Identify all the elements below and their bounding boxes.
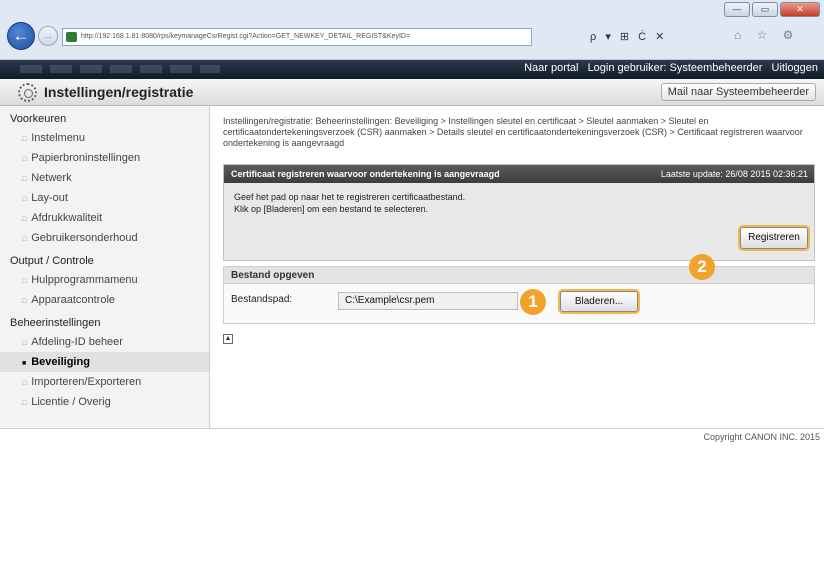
site-icon bbox=[66, 32, 77, 42]
browser-toolbar: — ▭ ✕ ← → http://192.168.1.81:8080/rps/k… bbox=[0, 0, 824, 60]
blurred-device-info bbox=[20, 65, 220, 73]
browser-window: — ▭ ✕ ← → http://192.168.1.81:8080/rps/k… bbox=[0, 0, 824, 563]
copyright-text: Copyright CANON INC. 2015 bbox=[703, 432, 820, 442]
browse-button[interactable]: Bladeren... bbox=[560, 291, 638, 312]
back-to-top-icon[interactable]: ▲ bbox=[223, 334, 233, 344]
sidebar-item-importeren-exporteren[interactable]: □ Importeren/Exporteren bbox=[0, 372, 209, 392]
top-nav-links: Naar portal Login gebruiker: Systeembehe… bbox=[518, 62, 818, 74]
panel-header: Certificaat registreren waarvoor onderte… bbox=[224, 165, 814, 183]
sidebar-item-label: Instelmenu bbox=[31, 132, 86, 144]
window-controls: — ▭ ✕ bbox=[724, 2, 820, 17]
top-navigation-bar: Naar portal Login gebruiker: Systeembehe… bbox=[0, 60, 824, 79]
bullet-icon: □ bbox=[22, 298, 27, 305]
bullet-icon: □ bbox=[22, 340, 27, 347]
sidebar-item-netwerk[interactable]: □ Netwerk bbox=[0, 168, 209, 188]
portal-link[interactable]: Naar portal bbox=[524, 62, 578, 74]
sidebar-group-output-controle: Output / Controle bbox=[10, 255, 94, 267]
sidebar-item-label: Apparaatcontrole bbox=[31, 294, 116, 306]
sidebar-group-voorkeuren: Voorkeuren bbox=[10, 113, 67, 125]
sidebar-item-label: Netwerk bbox=[31, 172, 72, 184]
page-header: Instellingen/registratie Mail naar Syste… bbox=[0, 79, 824, 106]
close-window-button[interactable]: ✕ bbox=[780, 2, 820, 17]
sidebar-item-label: Lay-out bbox=[31, 192, 68, 204]
sidebar-item-label: Afdeling-ID beheer bbox=[31, 336, 123, 348]
login-user-text: Login gebruiker: Systeembeheerder bbox=[587, 62, 763, 74]
address-tools[interactable]: ρ ▾ ⊞ Ċ ✕ bbox=[590, 28, 716, 46]
instruction-line: Klik op [Bladeren] om een bestand te sel… bbox=[234, 204, 429, 214]
sidebar-item-label: Licentie / Overig bbox=[31, 396, 111, 408]
sidebar-item-label: Hulpprogrammamenu bbox=[31, 274, 138, 286]
bullet-icon: □ bbox=[22, 196, 27, 203]
url-text: http://192.168.1.81:8080/rps/keymanageCs… bbox=[81, 33, 411, 40]
panel-title: Certificaat registreren waarvoor onderte… bbox=[231, 169, 500, 179]
bullet-icon: □ bbox=[22, 278, 27, 285]
sidebar-item-label: Beveiliging bbox=[31, 356, 90, 368]
file-specify-section: Bestand opgeven Bestandspad: C:\Example\… bbox=[223, 266, 815, 324]
sidebar-item-label: Papierbroninstellingen bbox=[31, 152, 141, 164]
sidebar-item-afdeling-id-beheer[interactable]: □ Afdeling-ID beheer bbox=[0, 332, 209, 352]
bullet-icon: □ bbox=[22, 216, 27, 223]
sidebar-item-licentie-overig[interactable]: □ Licentie / Overig bbox=[0, 392, 209, 412]
sidebar-item-apparaatcontrole[interactable]: □ Apparaatcontrole bbox=[0, 290, 209, 310]
maximize-button[interactable]: ▭ bbox=[752, 2, 778, 17]
file-path-label: Bestandspad: bbox=[231, 294, 293, 305]
main-content: Instellingen/registratie: Beheerinstelli… bbox=[211, 106, 824, 428]
sidebar-item-afdrukkwaliteit[interactable]: □ Afdrukkwaliteit bbox=[0, 208, 209, 228]
breadcrumb: Instellingen/registratie: Beheerinstelli… bbox=[223, 116, 803, 148]
sidebar-item-beveiliging[interactable]: ■ Beveiliging bbox=[0, 352, 209, 372]
last-update-text: Laatste update: 26/08 2015 02:36:21 bbox=[660, 169, 808, 179]
forward-arrow-icon[interactable]: → bbox=[38, 26, 58, 46]
register-button[interactable]: Registreren bbox=[740, 227, 808, 249]
sidebar-item-lay-out[interactable]: □ Lay-out bbox=[0, 188, 209, 208]
footer: Copyright CANON INC. 2015 bbox=[0, 428, 824, 448]
logout-link[interactable]: Uitloggen bbox=[772, 62, 818, 74]
file-path-input[interactable]: C:\Example\csr.pem bbox=[338, 292, 518, 310]
sidebar-item-hulpprogrammamenu[interactable]: □ Hulpprogrammamenu bbox=[0, 270, 209, 290]
section-title: Bestand opgeven bbox=[224, 267, 814, 284]
sidebar: Voorkeuren □ Instelmenu □ Papierbroninstel… bbox=[0, 106, 210, 428]
sidebar-item-gebruikersonderhoud[interactable]: □ Gebruikersonderhoud bbox=[0, 228, 209, 248]
bullet-icon: □ bbox=[22, 136, 27, 143]
back-arrow-icon[interactable]: ← bbox=[7, 22, 35, 50]
home-favorites-settings-icons[interactable]: ⌂ ☆ ⚙ bbox=[734, 28, 799, 42]
bullet-icon: □ bbox=[22, 236, 27, 243]
sidebar-item-papierbroninstellingen[interactable]: □ Papierbroninstellingen bbox=[0, 148, 209, 168]
register-certificate-panel: Certificaat registreren waarvoor onderte… bbox=[223, 164, 815, 261]
bullet-icon: □ bbox=[22, 400, 27, 407]
settings-gear-icon bbox=[18, 83, 37, 102]
bullet-icon: ■ bbox=[22, 360, 27, 367]
mail-admin-button[interactable]: Mail naar Systeembeheerder bbox=[660, 83, 816, 101]
address-tool-icons[interactable]: ▾ ⊞ Ċ ✕ bbox=[605, 31, 667, 43]
sidebar-item-label: Gebruikersonderhoud bbox=[31, 232, 138, 244]
sidebar-item-label: Afdrukkwaliteit bbox=[31, 212, 103, 224]
bullet-icon: □ bbox=[22, 176, 27, 183]
callout-2-badge: 2 bbox=[689, 254, 715, 280]
instruction-line: Geef het pad op naar het te registreren … bbox=[234, 192, 466, 202]
page-title: Instellingen/registratie bbox=[44, 84, 194, 100]
callout-1-badge: 1 bbox=[520, 289, 546, 315]
sidebar-item-instelmenu[interactable]: □ Instelmenu bbox=[0, 128, 209, 148]
bullet-icon: □ bbox=[22, 380, 27, 387]
sidebar-item-label: Importeren/Exporteren bbox=[31, 376, 142, 388]
minimize-button[interactable]: — bbox=[724, 2, 750, 17]
search-icon[interactable]: ρ bbox=[590, 31, 599, 43]
address-bar[interactable]: http://192.168.1.81:8080/rps/keymanageCs… bbox=[62, 28, 532, 46]
bullet-icon: □ bbox=[22, 156, 27, 163]
sidebar-group-beheerinstellingen: Beheerinstellingen bbox=[10, 317, 101, 329]
instructions: Geef het pad op naar het te registreren … bbox=[224, 183, 814, 215]
